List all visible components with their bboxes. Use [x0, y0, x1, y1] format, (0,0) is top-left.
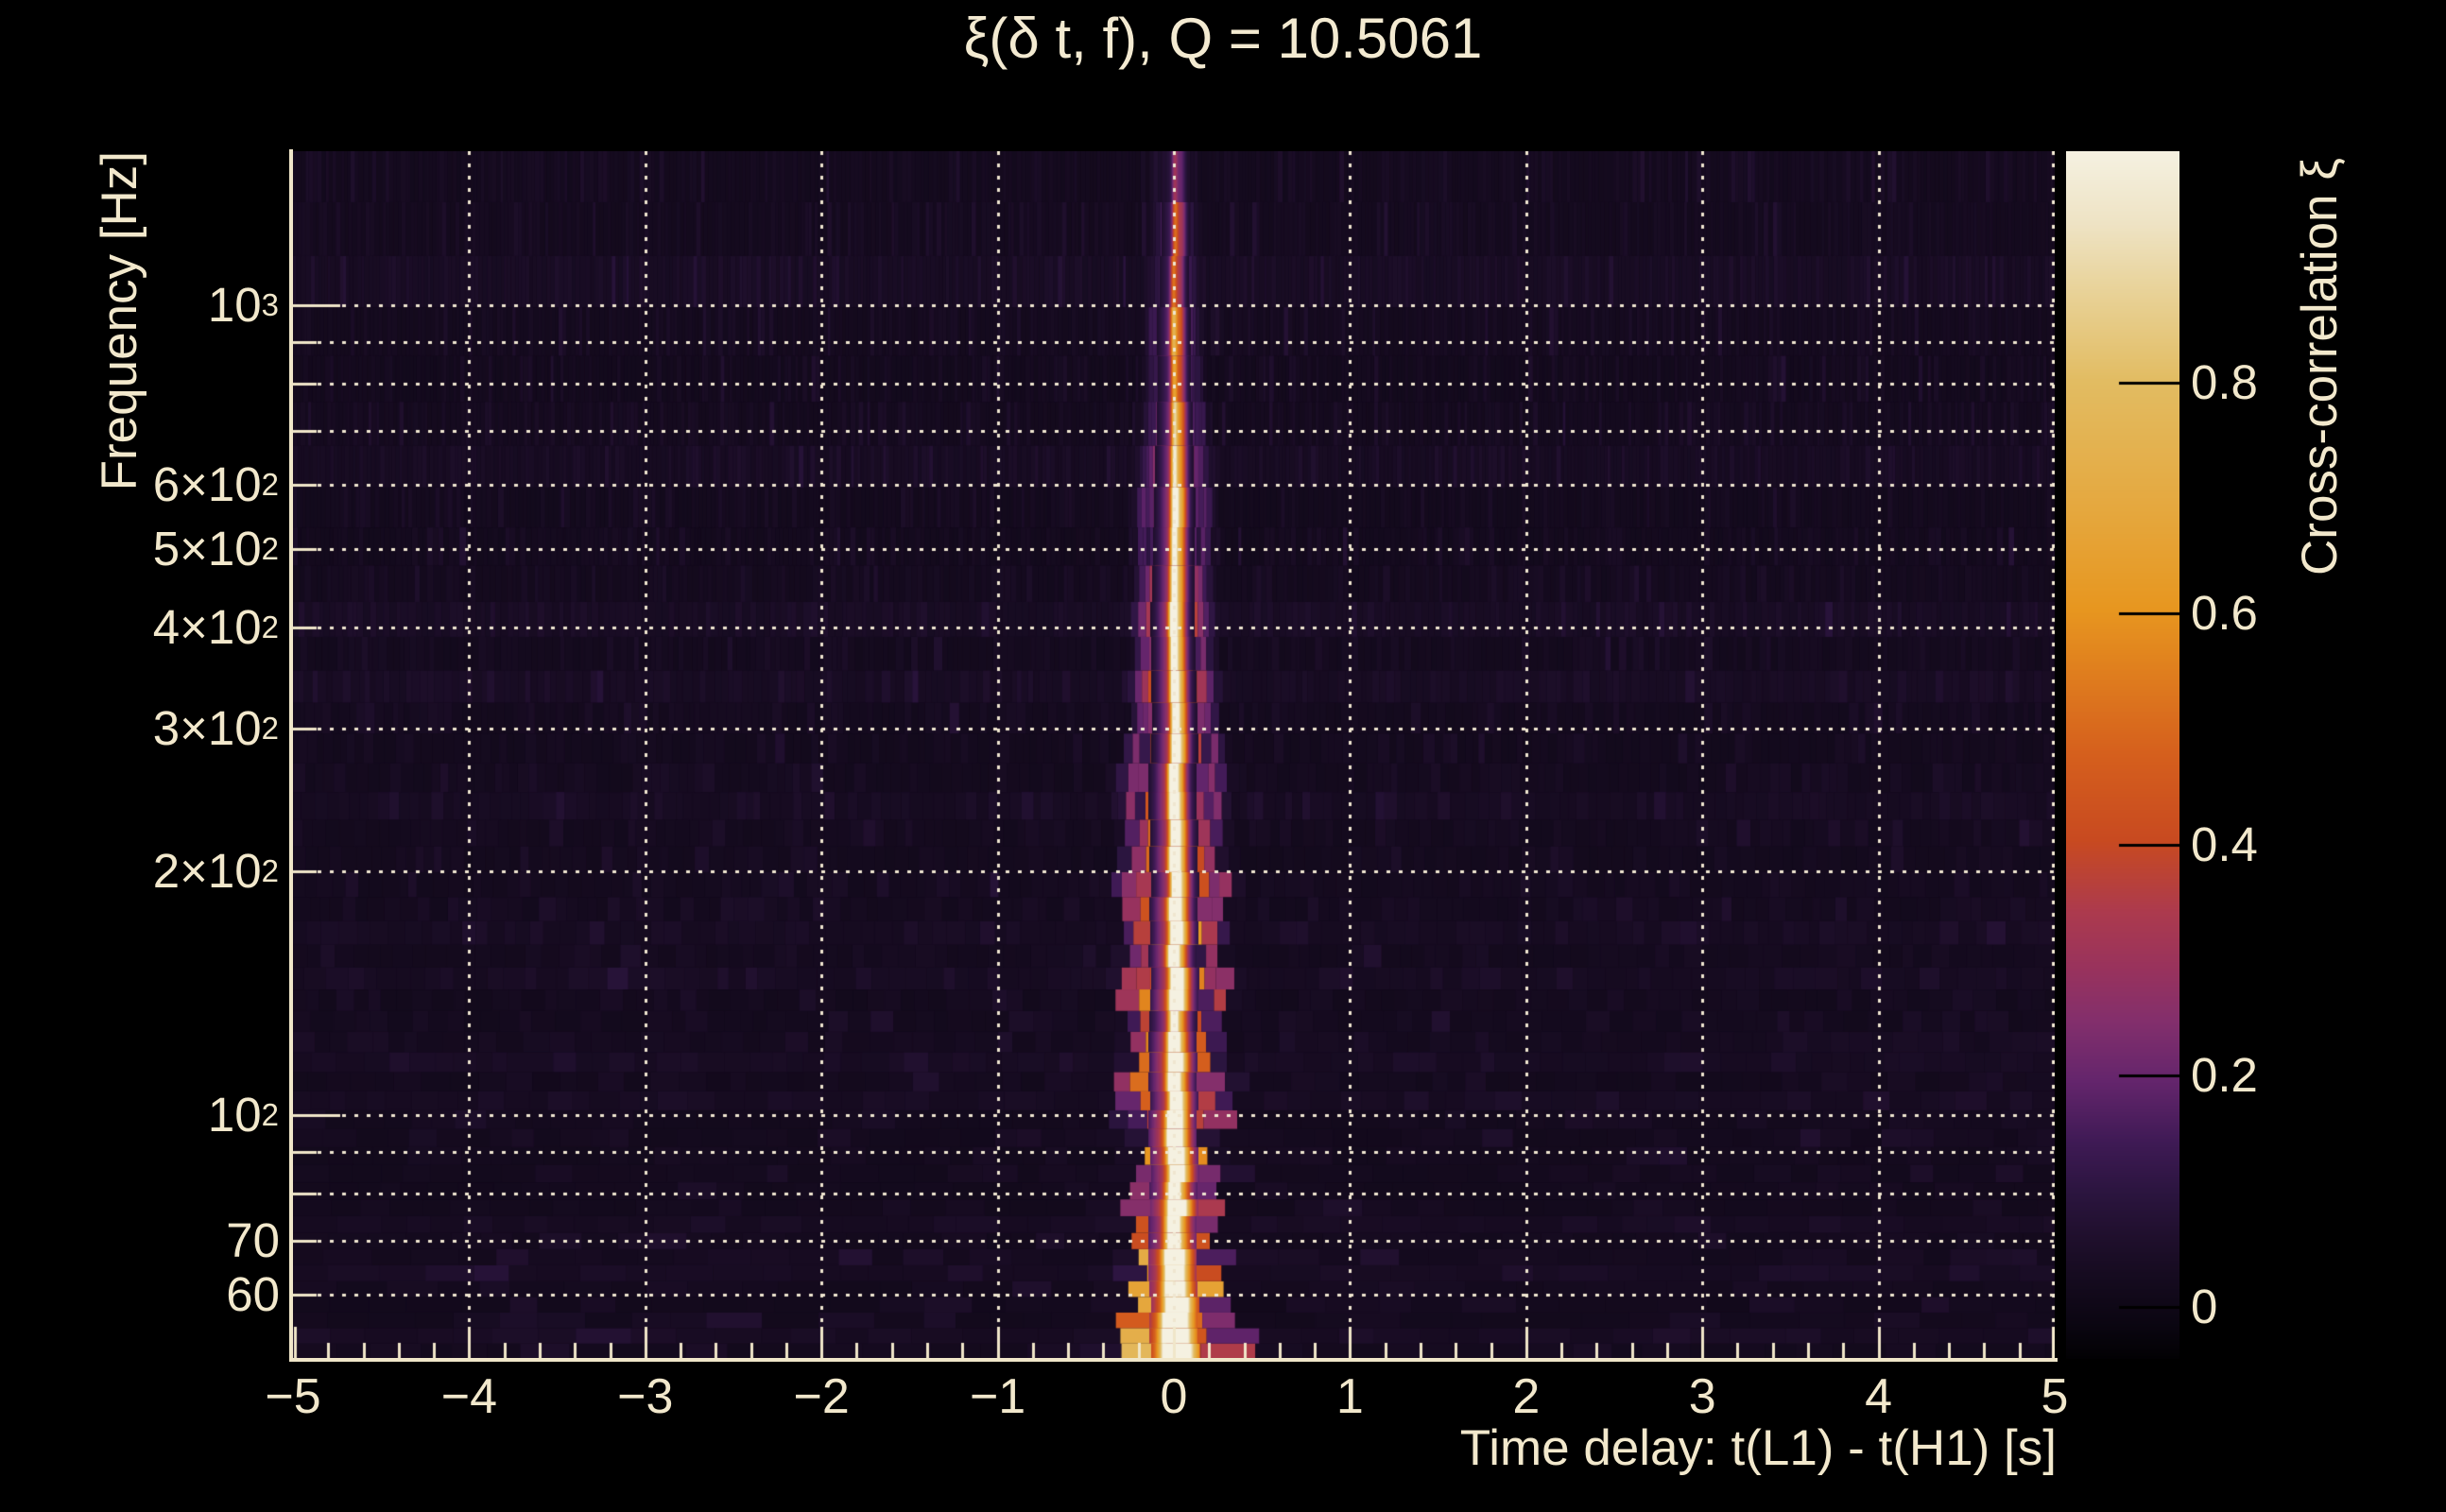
y-tick-label: 70	[226, 1212, 280, 1267]
x-tick-label: −5	[265, 1369, 321, 1424]
colorbar-title-text: Cross-correlation ξ	[2292, 158, 2348, 576]
x-tick-label: −2	[793, 1369, 850, 1424]
y-axis-line	[289, 149, 293, 1362]
x-tick-label: 2	[1512, 1369, 1541, 1424]
y-tick-label: 102	[207, 1088, 280, 1143]
heatmap-canvas	[293, 151, 2055, 1359]
colorbar	[2066, 151, 2179, 1359]
colorbar-tick-label: 0.2	[2191, 1048, 2258, 1103]
x-axis-title: Time delay: t(L1) - t(H1) [s]	[1459, 1420, 2057, 1476]
colorbar-tick-label: 0.4	[2191, 816, 2258, 871]
plot-title: ξ(δ t, f), Q = 10.5061	[963, 7, 1483, 70]
x-tick-label: 0	[1160, 1369, 1188, 1424]
figure: ξ(δ t, f), Q = 10.5061 Frequency [Hz] 10…	[0, 0, 2446, 1512]
x-axis-line	[289, 1358, 2058, 1362]
colorbar-title: Cross-correlation ξ	[2291, 140, 2349, 593]
y-tick-label: 103	[207, 278, 280, 333]
x-tick-label: −1	[969, 1369, 1026, 1424]
x-tick-label: −4	[440, 1369, 498, 1424]
y-tick-label: 60	[226, 1267, 280, 1322]
x-tick-label: 5	[2041, 1369, 2069, 1424]
colorbar-tick-label: 0	[2191, 1279, 2218, 1333]
colorbar-tick-label: 0.6	[2191, 586, 2258, 641]
x-tick-label: 4	[1865, 1369, 1893, 1424]
x-tick-label: 1	[1335, 1369, 1364, 1424]
y-tick-label: 4×102	[152, 600, 280, 655]
y-tick-label: 2×102	[152, 844, 280, 899]
y-tick-label: 5×102	[152, 522, 280, 576]
x-tick-label: −3	[617, 1369, 674, 1424]
y-tick-label: 3×102	[152, 701, 280, 756]
y-tick-label: 6×102	[152, 457, 280, 512]
x-tick-label: 3	[1688, 1369, 1716, 1424]
